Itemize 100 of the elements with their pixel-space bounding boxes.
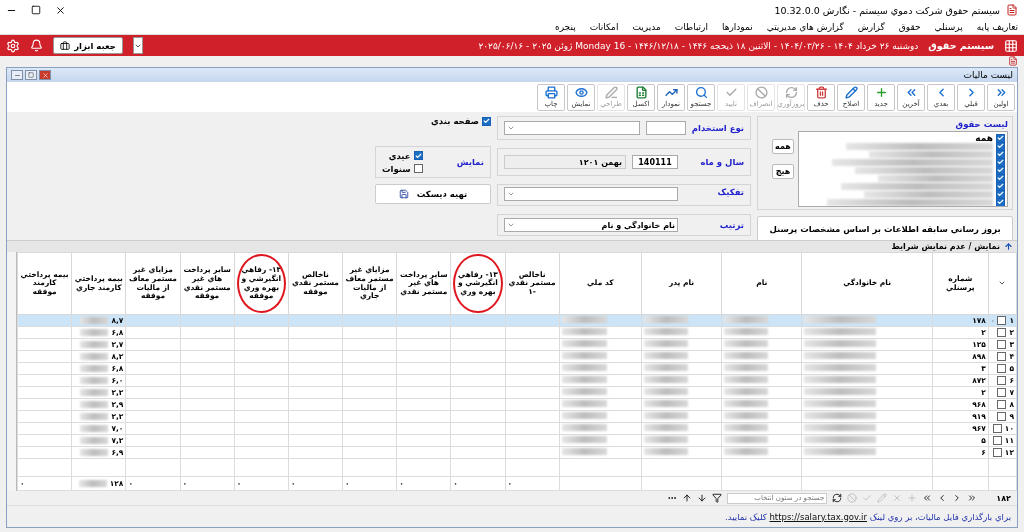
menu-item[interactable]: مديريت [632, 22, 661, 33]
menu-item[interactable]: ارتباطات [674, 22, 708, 33]
last-page-icon[interactable] [922, 493, 933, 503]
menu-item[interactable]: تعاريف پايه [976, 22, 1018, 33]
blurred-text [724, 316, 769, 323]
briefcase-icon [60, 40, 71, 51]
blurred-text [80, 425, 109, 432]
trash-icon [814, 86, 828, 99]
blurred-text [561, 340, 607, 347]
prepare-disk-button[interactable]: تهيه ديسکت [375, 184, 491, 204]
close-icon[interactable] [55, 4, 66, 16]
blurred-text [80, 329, 109, 336]
blurred-text [724, 400, 769, 407]
settings-icon[interactable] [6, 38, 20, 53]
blurred-text [643, 328, 688, 335]
first-page-icon[interactable] [967, 493, 978, 503]
option-checkbox[interactable] [413, 151, 423, 160]
menu-item[interactable]: نمودارها [721, 22, 753, 33]
menu-item[interactable]: پنجره [554, 22, 576, 33]
caret-icon [507, 190, 515, 198]
blurred-text [724, 376, 769, 383]
blurred-text [561, 436, 607, 443]
toolbox-dropdown[interactable] [133, 37, 143, 55]
select-all-button[interactable]: همه [772, 139, 794, 154]
blurred-text [561, 328, 607, 335]
blurred-text [724, 448, 769, 455]
refresh-icon[interactable] [832, 493, 843, 503]
row-checkbox[interactable] [997, 376, 1007, 385]
blurred-text [724, 352, 769, 359]
checkbox-label: صفحه بندي [431, 116, 479, 126]
row-checkbox[interactable] [997, 388, 1007, 397]
blurred-text [643, 388, 688, 395]
printer-icon [544, 86, 558, 99]
menu-item[interactable]: حقوق [898, 22, 921, 33]
field-label: تفکيک [716, 187, 744, 197]
window-title: ليست ماليات [962, 70, 1013, 80]
blurred-text [561, 388, 607, 395]
blurred-text [80, 449, 109, 456]
option-checkbox[interactable] [413, 164, 423, 173]
apps-grid-icon[interactable] [1004, 38, 1018, 53]
field-label: نوع استخدام [691, 123, 744, 133]
menu-item[interactable]: گزارش هاي مديريتي [766, 22, 844, 33]
row-checkbox[interactable] [997, 400, 1007, 409]
row-checkbox[interactable] [992, 436, 1002, 445]
caret-icon [507, 124, 515, 132]
blurred-text [561, 364, 607, 371]
blurred-text [80, 413, 109, 420]
blurred-text [78, 480, 107, 487]
list-item-label: همه [975, 133, 993, 143]
blurred-text [80, 401, 109, 408]
menu-item[interactable]: گزارش [857, 22, 885, 33]
input-field[interactable]: 140111 [632, 155, 678, 169]
check-icon[interactable] [862, 493, 873, 503]
blurred-text [643, 316, 688, 323]
pencil-icon [844, 86, 858, 99]
refresh-icon [784, 86, 798, 99]
select-none-button[interactable]: هيچ [772, 164, 794, 179]
menu-item[interactable]: امکانات [589, 22, 619, 33]
update-history-button[interactable]: بروز رساني سابقه اطلاعات بر اساس مشخصات پرسنل [757, 216, 1013, 242]
bell-icon[interactable] [30, 39, 43, 53]
arrow-down-icon[interactable] [697, 493, 708, 503]
blurred-text [80, 353, 109, 360]
row-checkbox[interactable] [997, 340, 1007, 349]
dropdown[interactable]: نام خانوادگي و نام [504, 218, 678, 232]
row-checkbox[interactable] [997, 412, 1007, 421]
row-checkbox[interactable] [992, 448, 1002, 457]
row-checkbox[interactable] [997, 316, 1007, 325]
maximize-icon[interactable] [31, 5, 41, 16]
blurred-text [643, 400, 688, 407]
app-logo-icon [1006, 4, 1018, 17]
scrollbar[interactable] [7, 252, 17, 491]
arrow-up-icon[interactable] [1004, 242, 1013, 251]
blurred-text [643, 436, 688, 443]
row-checkbox[interactable] [997, 364, 1007, 373]
search-icon [694, 86, 708, 99]
eye-icon [574, 86, 588, 99]
blurred-text [561, 376, 607, 383]
cancel-icon [754, 86, 768, 99]
blurred-text [643, 412, 688, 419]
blurred-text [561, 448, 607, 455]
read-only-field: بهمن ۱۲۰۱ [504, 155, 626, 169]
restore-icon[interactable] [25, 70, 37, 80]
filter-icon[interactable] [712, 493, 723, 503]
blurred-text [724, 424, 769, 431]
row-checkbox[interactable] [997, 328, 1007, 337]
row-checkbox[interactable] [992, 424, 1002, 433]
input-field[interactable] [645, 121, 686, 135]
row-checkbox[interactable] [997, 352, 1007, 361]
tax-site-link[interactable]: https://salary.tax.gov.ir [769, 511, 867, 522]
list-checkbox[interactable] [996, 197, 1005, 206]
pagination-checkbox[interactable] [482, 116, 491, 126]
blurred-text [80, 365, 109, 372]
spreadsheet-icon [634, 86, 648, 99]
checkbox-list[interactable]: همه [798, 131, 1008, 207]
blurred-text [561, 424, 607, 431]
toolbox-button[interactable]: جعبه ابزار [53, 37, 123, 55]
menu-item[interactable]: پرسنلي [934, 22, 963, 33]
toggle-conditions-label[interactable]: نمايش / عدم نمايش شرايط [891, 242, 1000, 251]
arrow-up-icon[interactable] [682, 493, 693, 503]
document-icon[interactable] [1008, 56, 1018, 67]
